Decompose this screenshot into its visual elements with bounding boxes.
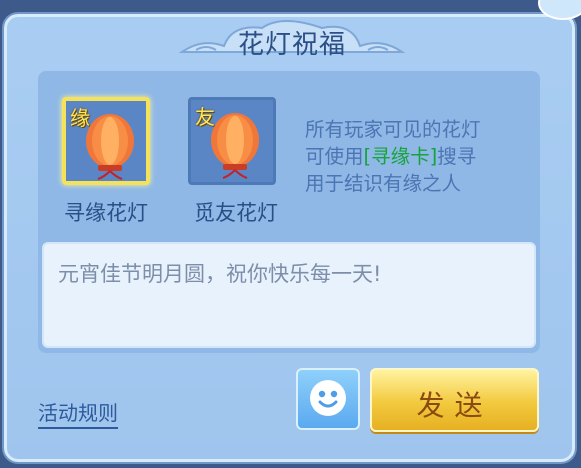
- send-button[interactable]: 发送: [370, 368, 539, 432]
- emoji-button[interactable]: [296, 368, 360, 430]
- lantern-label-miyou: 觅友花灯: [194, 201, 278, 225]
- lantern-option-xunyuan[interactable]: 缘: [62, 97, 150, 185]
- lantern-icon: [86, 114, 134, 180]
- send-button-label: 发送: [416, 389, 493, 422]
- lantern-label-xunyuan: 寻缘花灯: [64, 201, 148, 225]
- description-line: 所有玩家可见的花灯: [305, 118, 481, 141]
- search-card-highlight: [寻缘卡]: [363, 145, 438, 168]
- blessing-message-text[interactable]: 元宵佳节明月圆，祝你快乐每一天!: [58, 258, 381, 288]
- lantern-icon: [211, 113, 259, 179]
- title-banner: 花灯祝福: [172, 8, 412, 66]
- dialog-title: 花灯祝福: [237, 30, 346, 60]
- description-line: 用于结识有缘之人: [305, 172, 462, 195]
- blessing-message-input[interactable]: 元宵佳节明月圆，祝你快乐每一天!: [42, 242, 536, 348]
- lantern-option-miyou[interactable]: 友: [188, 97, 276, 185]
- lantern-description: 所有玩家可见的花灯 可使用[寻缘卡]搜寻 用于结识有缘之人: [305, 116, 535, 197]
- activity-rules-link[interactable]: 活动规则: [38, 397, 118, 429]
- description-line: 可使用[寻缘卡]搜寻: [305, 145, 477, 168]
- smiley-icon: [310, 380, 346, 416]
